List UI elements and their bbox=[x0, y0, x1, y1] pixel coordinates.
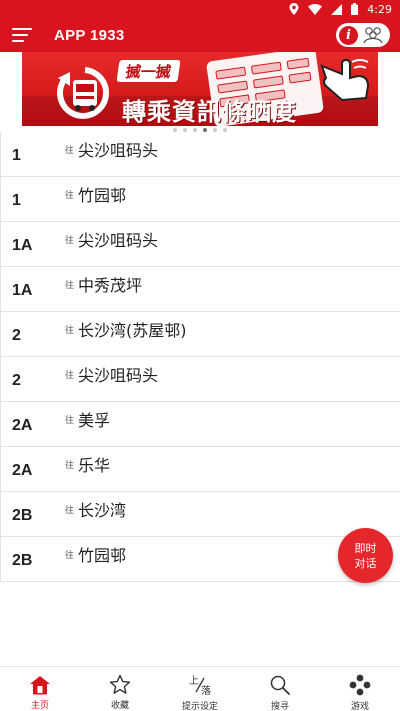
status-time: 4:29 bbox=[367, 2, 392, 16]
route-destination: 美孚 bbox=[78, 411, 111, 430]
route-direction-prefix: 往 bbox=[65, 146, 75, 156]
route-row[interactable]: 2A 往乐华 bbox=[0, 447, 400, 492]
location-icon bbox=[289, 3, 299, 15]
alight-icon-top: 上 bbox=[189, 675, 199, 687]
nav-label: 收藏 bbox=[110, 701, 129, 711]
app-bar: APP 1933 i bbox=[0, 18, 400, 52]
menu-icon[interactable] bbox=[12, 25, 40, 45]
route-destination: 长沙湾(苏屋邨) bbox=[78, 321, 187, 340]
route-list: 1 往尖沙咀码头 1 往竹园邨 1A 往尖沙咀码头 1A 往中秀茂坪 2 往长沙湾(苏屋邨) 2 往尖… bbox=[0, 132, 400, 582]
chat-label-line2: 对话 bbox=[354, 556, 377, 570]
route-row[interactable]: 1 往尖沙咀码头 bbox=[0, 132, 400, 177]
signal-icon bbox=[331, 3, 343, 15]
status-bar: 4:29 bbox=[0, 0, 400, 18]
route-number: 2A bbox=[12, 462, 33, 479]
route-direction-prefix: 往 bbox=[65, 191, 75, 201]
route-direction-prefix: 往 bbox=[65, 371, 75, 381]
nav-favourites[interactable]: 收藏 bbox=[80, 667, 160, 711]
route-destination: 尖沙咀码头 bbox=[78, 231, 159, 250]
alight-icon: 上 落 bbox=[189, 675, 211, 696]
banner-subheadline: 轉乘資訊條晒度 bbox=[122, 98, 297, 126]
route-number: 2 bbox=[12, 327, 21, 344]
route-destination: 竹园邨 bbox=[78, 186, 127, 205]
gamepad-icon bbox=[349, 674, 371, 696]
live-chat-button[interactable]: 即时 对话 bbox=[338, 528, 393, 583]
route-destination: 尖沙咀码头 bbox=[78, 366, 159, 385]
route-destination: 乐华 bbox=[78, 456, 111, 475]
nav-label: 搜寻 bbox=[270, 702, 289, 711]
hand-swipe-icon bbox=[320, 58, 370, 102]
route-destination: 中秀茂坪 bbox=[78, 276, 143, 295]
route-number: 1A bbox=[12, 282, 33, 299]
alight-icon-bottom: 落 bbox=[201, 685, 211, 696]
route-direction-prefix: 往 bbox=[65, 281, 75, 291]
route-destination: 竹园邨 bbox=[78, 546, 127, 565]
banner-headline: 搣一搣 bbox=[116, 60, 181, 82]
info-button[interactable]: i bbox=[336, 23, 390, 47]
route-row[interactable]: 2A 往美孚 bbox=[0, 402, 400, 447]
bottom-navigation: 主页 收藏 上 落 提示设定 搜寻 游戏 bbox=[0, 666, 400, 711]
route-row[interactable]: 1 往竹园邨 bbox=[0, 177, 400, 222]
route-number: 2A bbox=[12, 417, 33, 434]
route-row[interactable]: 1A 往尖沙咀码头 bbox=[0, 222, 400, 267]
nav-label: 游戏 bbox=[350, 702, 369, 711]
wifi-icon bbox=[308, 3, 323, 15]
route-number: 2 bbox=[12, 372, 21, 389]
search-icon bbox=[270, 675, 290, 695]
route-direction-prefix: 往 bbox=[65, 506, 75, 516]
route-direction-prefix: 往 bbox=[65, 326, 75, 336]
home-icon bbox=[30, 675, 50, 694]
nav-games[interactable]: 游戏 bbox=[320, 667, 400, 711]
nav-search[interactable]: 搜寻 bbox=[240, 667, 320, 711]
chat-label-line1: 即时 bbox=[354, 541, 377, 555]
route-row[interactable]: 2 往长沙湾(苏屋邨) bbox=[0, 312, 400, 357]
route-number: 1 bbox=[12, 147, 21, 164]
route-number: 2B bbox=[12, 507, 33, 524]
bus-swap-icon bbox=[57, 67, 110, 119]
route-direction-prefix: 往 bbox=[65, 551, 75, 561]
people-icon bbox=[363, 27, 383, 44]
nav-home[interactable]: 主页 bbox=[0, 667, 80, 711]
route-row[interactable]: 2 往尖沙咀码头 bbox=[0, 357, 400, 402]
route-row[interactable]: 1A 往中秀茂坪 bbox=[0, 267, 400, 312]
nav-alert-settings[interactable]: 上 落 提示设定 bbox=[160, 667, 240, 711]
route-row[interactable]: 2B 往长沙湾 bbox=[0, 492, 400, 537]
route-number: 1A bbox=[12, 237, 33, 254]
route-direction-prefix: 往 bbox=[65, 236, 75, 246]
nav-label: 提示设定 bbox=[181, 702, 218, 711]
route-direction-prefix: 往 bbox=[65, 416, 75, 426]
info-icon: i bbox=[339, 25, 358, 45]
route-number: 1 bbox=[12, 192, 21, 209]
app-title: APP 1933 bbox=[54, 26, 125, 44]
nav-label: 主页 bbox=[30, 701, 49, 711]
route-number: 2B bbox=[12, 552, 33, 569]
route-destination: 尖沙咀码头 bbox=[78, 141, 159, 160]
route-destination: 长沙湾 bbox=[78, 501, 127, 520]
route-direction-prefix: 往 bbox=[65, 461, 75, 471]
battery-icon bbox=[351, 3, 359, 15]
promo-banner[interactable]: 搣一搣 轉乘資訊條晒度 bbox=[22, 52, 378, 126]
star-icon bbox=[109, 674, 131, 694]
